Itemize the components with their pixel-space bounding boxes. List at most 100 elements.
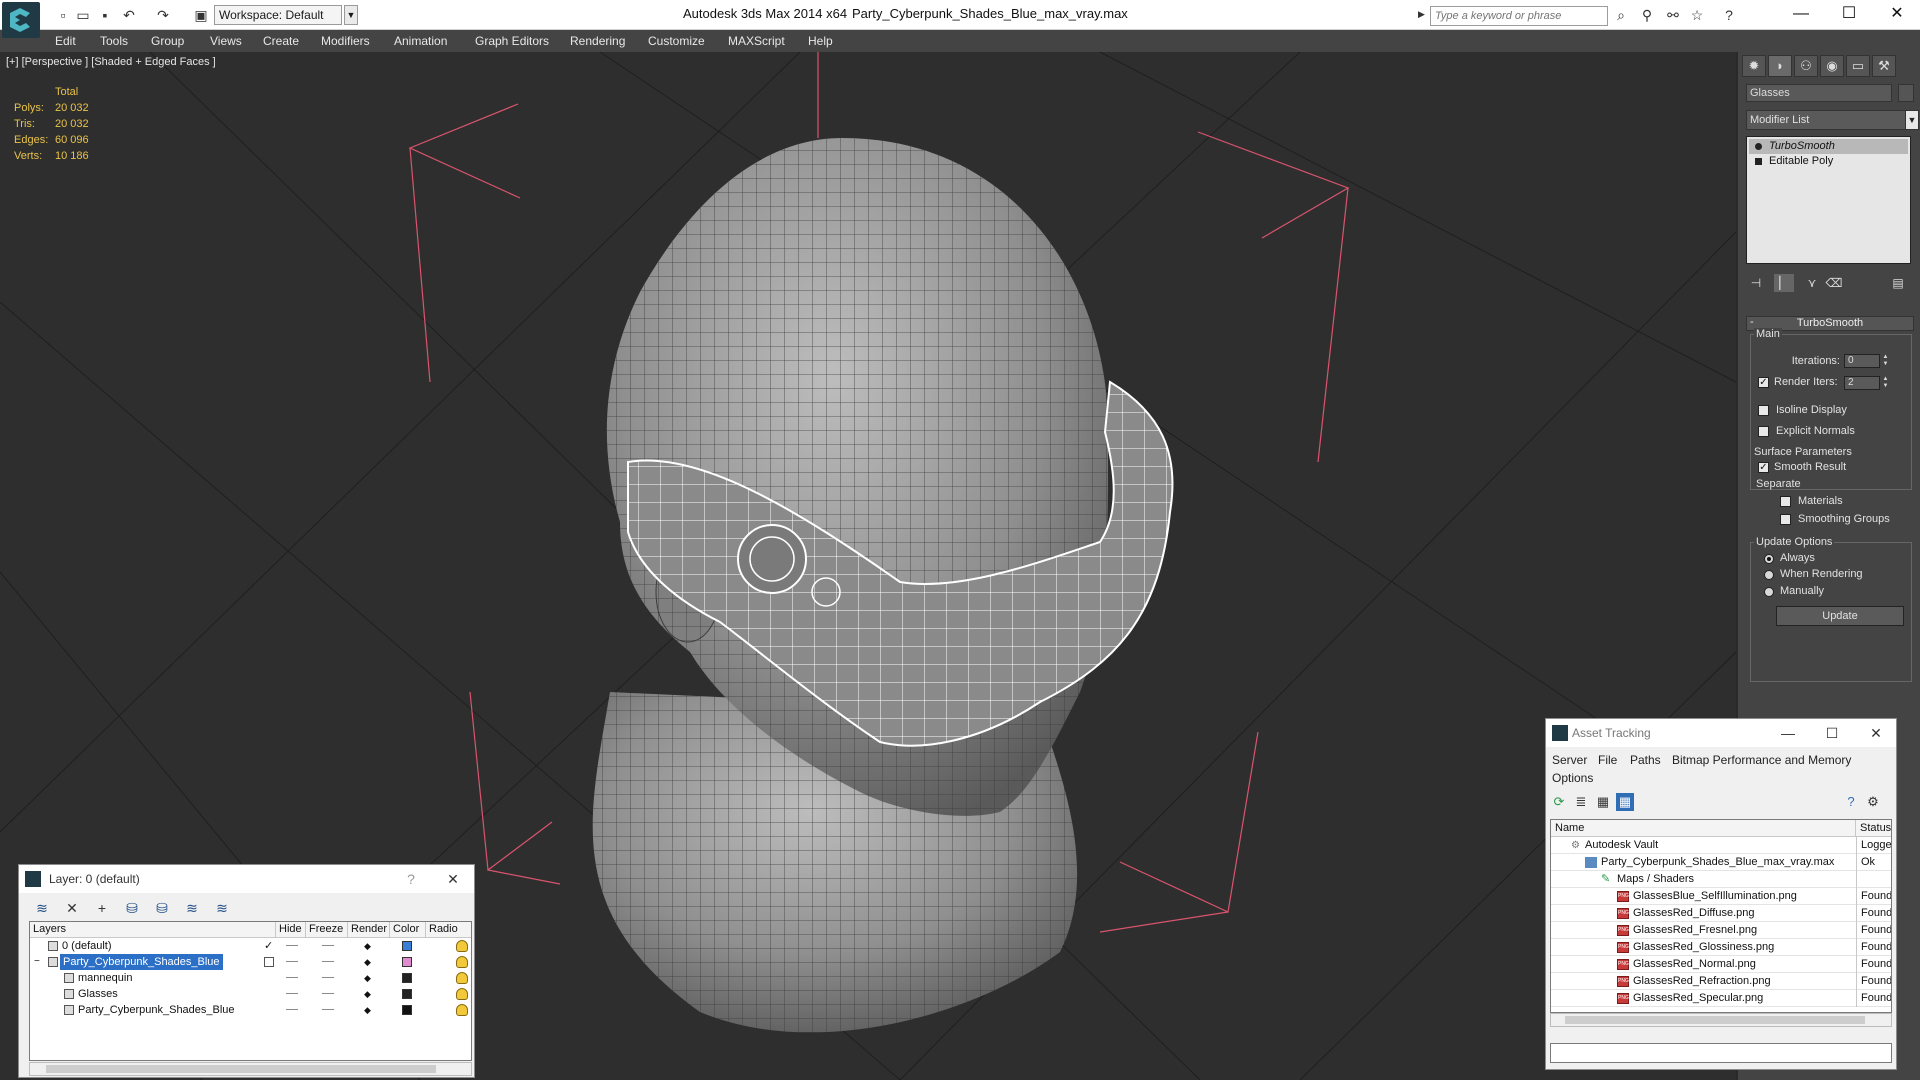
menu-views[interactable]: Views xyxy=(210,34,242,48)
help-icon[interactable]: ? xyxy=(1720,6,1738,24)
open-file-icon[interactable]: ▭ xyxy=(74,6,92,24)
when-rendering-radio[interactable] xyxy=(1764,570,1774,580)
layer-row[interactable]: mannequin ◆ xyxy=(30,970,471,986)
lightbulb-icon[interactable] xyxy=(1755,143,1762,150)
utilities-tab-icon[interactable]: ⚒ xyxy=(1872,55,1896,77)
column-header-status[interactable]: Status xyxy=(1856,820,1891,837)
column-header-layers[interactable]: Layers xyxy=(30,922,276,938)
menu-graph-editors[interactable]: Graph Editors xyxy=(475,34,549,48)
spinner-arrows-icon[interactable]: ▲ ▼ xyxy=(1881,376,1890,390)
menu-edit[interactable]: Edit xyxy=(55,34,76,48)
favorites-star-icon[interactable]: ☆ xyxy=(1688,6,1706,24)
configure-sets-icon[interactable]: ▤ xyxy=(1888,274,1908,292)
horizontal-scrollbar[interactable] xyxy=(29,1062,472,1076)
delete-layer-icon[interactable]: ✕ xyxy=(63,899,81,917)
radiosity-icon[interactable] xyxy=(456,972,468,984)
minimize-button[interactable]: — xyxy=(1778,0,1824,30)
layer-row[interactable]: 0 (default) ✓ ◆ xyxy=(30,938,471,954)
viewport-label[interactable]: [+] [Perspective ] [Shaded + Edged Faces… xyxy=(6,56,216,68)
menu-customize[interactable]: Customize xyxy=(648,34,705,48)
save-icon[interactable]: ▪ xyxy=(96,6,114,24)
chevron-down-icon[interactable]: ▼ xyxy=(1905,110,1919,130)
add-to-layer-icon[interactable]: + xyxy=(93,899,111,917)
workspace-dropdown[interactable]: Workspace: Default xyxy=(214,5,342,25)
column-header-name[interactable]: Name xyxy=(1551,820,1856,837)
materials-checkbox[interactable] xyxy=(1780,496,1791,507)
menu-modifiers[interactable]: Modifiers xyxy=(321,34,370,48)
layer-row[interactable]: Party_Cyberpunk_Shades_Blue ◆ xyxy=(30,1002,471,1018)
asset-row[interactable]: ⚙ Autodesk Vault Logged xyxy=(1551,837,1891,854)
iterations-spinner[interactable]: 0 xyxy=(1844,354,1880,368)
render-teapot-icon[interactable]: ◆ xyxy=(364,986,371,1002)
asset-row[interactable]: PNG GlassesBlue_SelfIllumination.png Fou… xyxy=(1551,888,1891,905)
refresh-icon[interactable]: ⟳ xyxy=(1550,793,1568,811)
menu-help[interactable]: Help xyxy=(808,34,833,48)
smoothing-groups-checkbox[interactable] xyxy=(1780,514,1791,525)
menu-animation[interactable]: Animation xyxy=(394,34,447,48)
render-iters-checkbox[interactable]: ✓ xyxy=(1758,377,1769,388)
column-header-hide[interactable]: Hide xyxy=(276,922,306,938)
spinner-arrows-icon[interactable]: ▲ ▼ xyxy=(1881,354,1890,368)
asset-row[interactable]: PNG GlassesRed_Specular.png Found xyxy=(1551,990,1891,1007)
column-header-color[interactable]: Color xyxy=(390,922,426,938)
hide-all-layers-icon[interactable]: ≋ xyxy=(183,899,201,917)
layer-dialog-titlebar[interactable]: Layer: 0 (default) ? ✕ xyxy=(19,865,474,893)
modify-tab-icon[interactable]: ◗ xyxy=(1768,55,1792,77)
help-button[interactable]: ? xyxy=(401,869,421,889)
asset-row[interactable]: PNG GlassesRed_Fresnel.png Found xyxy=(1551,922,1891,939)
smooth-result-checkbox[interactable]: ✓ xyxy=(1758,462,1769,473)
menu-bitmap-performance[interactable]: Bitmap Performance and Memory xyxy=(1672,753,1851,767)
scrollbar-thumb[interactable] xyxy=(1565,1016,1865,1024)
render-teapot-icon[interactable]: ◆ xyxy=(364,970,371,986)
display-tab-icon[interactable]: ▭ xyxy=(1846,55,1870,77)
explicit-normals-checkbox[interactable] xyxy=(1758,426,1769,437)
asset-row[interactable]: PNG GlassesRed_Refraction.png Found xyxy=(1551,973,1891,990)
menu-tools[interactable]: Tools xyxy=(100,34,128,48)
menu-server[interactable]: Server xyxy=(1552,753,1587,767)
help-icon[interactable]: ? xyxy=(1842,793,1860,811)
subscription-icon[interactable]: ⚲ xyxy=(1638,6,1656,24)
update-button[interactable]: Update xyxy=(1776,606,1904,626)
radiosity-icon[interactable] xyxy=(456,988,468,1000)
isoline-checkbox[interactable] xyxy=(1758,405,1769,416)
expand-icon[interactable] xyxy=(1755,158,1762,165)
current-layer-box-icon[interactable] xyxy=(264,957,274,967)
layer-color-swatch[interactable] xyxy=(402,957,412,967)
asset-row[interactable]: PNG GlassesRed_Glossiness.png Found xyxy=(1551,939,1891,956)
redo-icon[interactable]: ↷ xyxy=(154,6,172,24)
radiosity-icon[interactable] xyxy=(456,956,468,968)
close-button[interactable]: ✕ xyxy=(1866,723,1886,743)
asset-dialog-titlebar[interactable]: Asset Tracking — ☐ ✕ xyxy=(1546,719,1896,747)
layer-color-swatch[interactable] xyxy=(402,973,412,983)
radiosity-icon[interactable] xyxy=(456,940,468,952)
remove-modifier-icon[interactable]: ⌫ xyxy=(1824,274,1844,292)
app-logo-icon[interactable] xyxy=(2,2,40,38)
binoculars-icon[interactable]: ⌕ xyxy=(1612,6,1630,24)
create-layer-icon[interactable]: ≋ xyxy=(33,899,51,917)
column-header-freeze[interactable]: Freeze xyxy=(306,922,348,938)
radiosity-icon[interactable] xyxy=(456,1004,468,1016)
modifier-list-dropdown[interactable]: Modifier List xyxy=(1746,110,1906,130)
pin-stack-icon[interactable]: ⊣ xyxy=(1746,274,1766,292)
menu-create[interactable]: Create xyxy=(263,34,299,48)
layer-row[interactable]: Glasses ◆ xyxy=(30,986,471,1002)
asset-row[interactable]: PNG GlassesRed_Diffuse.png Found xyxy=(1551,905,1891,922)
layer-color-swatch[interactable] xyxy=(402,1005,412,1015)
object-name-field[interactable]: Glasses xyxy=(1746,84,1892,102)
asset-row[interactable]: ✎ Maps / Shaders xyxy=(1551,871,1891,888)
column-header-radiosity[interactable]: Radio xyxy=(426,922,471,938)
show-end-result-icon[interactable]: ▏ xyxy=(1774,274,1794,292)
close-button[interactable]: ✕ xyxy=(1874,0,1920,30)
collapse-icon[interactable]: - xyxy=(1750,316,1754,328)
grid-view-icon[interactable]: ▦ xyxy=(1616,793,1634,811)
undo-icon[interactable]: ↶ xyxy=(120,6,138,24)
search-input[interactable] xyxy=(1430,6,1608,26)
stack-item-editable-poly[interactable]: Editable Poly xyxy=(1749,154,1908,169)
options-icon[interactable]: ⚙ xyxy=(1864,793,1882,811)
create-tab-icon[interactable]: ✹ xyxy=(1742,55,1766,77)
maximize-button[interactable]: ☐ xyxy=(1822,723,1842,743)
maximize-button[interactable]: ☐ xyxy=(1826,0,1872,30)
freeze-all-layers-icon[interactable]: ≋ xyxy=(213,899,231,917)
stack-item-turbosmooth[interactable]: TurboSmooth xyxy=(1749,139,1908,154)
object-color-swatch[interactable] xyxy=(1898,84,1914,102)
